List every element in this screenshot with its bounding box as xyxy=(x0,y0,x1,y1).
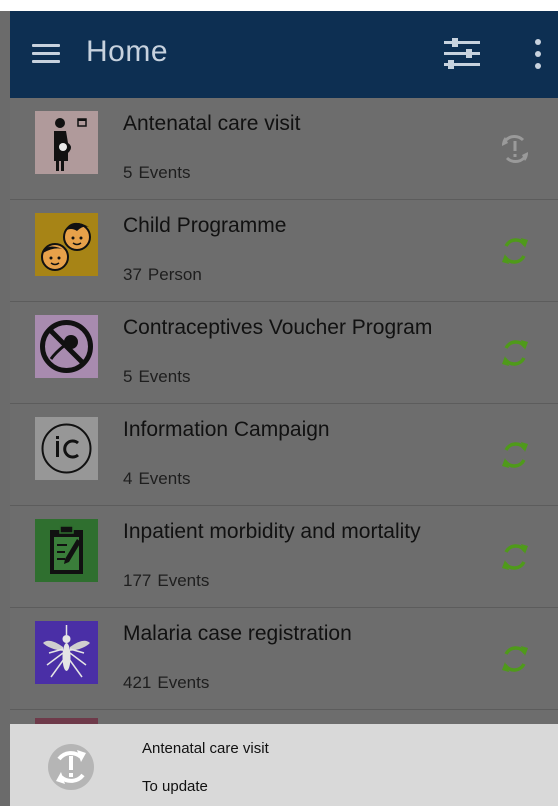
snackbar-title: Antenatal care visit xyxy=(142,740,269,757)
program-count: 5 Events xyxy=(123,163,191,182)
more-vertical-icon[interactable] xyxy=(528,37,548,73)
program-count: 5 Events xyxy=(123,367,191,386)
list-item[interactable]: Child Programme 37 Person xyxy=(10,200,558,302)
program-name: Information Campaign xyxy=(123,418,330,441)
children-faces-icon xyxy=(41,222,91,271)
program-name: Malaria case registration xyxy=(123,622,352,645)
list-item[interactable]: Antenatal care visit 5 Events xyxy=(10,98,558,200)
clipboard-icon xyxy=(50,525,83,574)
hamburger-menu-icon[interactable] xyxy=(32,42,62,66)
list-item[interactable]: Contraceptives Voucher Program 5 Events xyxy=(10,302,558,404)
app-bar: Home xyxy=(10,11,558,98)
program-count: 421 Events xyxy=(123,673,210,692)
sync-icon[interactable] xyxy=(500,642,530,676)
no-pregnancy-icon xyxy=(40,320,93,373)
page-title: Home xyxy=(86,35,169,68)
program-tile xyxy=(35,621,98,684)
list-item[interactable]: Information Campaign 4 Events xyxy=(10,404,558,506)
program-tile xyxy=(35,213,98,276)
app-screen: Home Antenatal care visit 5 Events Child… xyxy=(10,11,558,806)
program-name: Child Programme xyxy=(123,214,287,237)
program-list: Antenatal care visit 5 Events Child Prog… xyxy=(10,98,558,710)
program-name: Contraceptives Voucher Program xyxy=(123,316,433,339)
program-tile xyxy=(35,111,98,174)
program-count: 37 Person xyxy=(123,265,202,284)
ic-campaign-icon xyxy=(41,423,92,474)
filter-sliders-icon[interactable] xyxy=(442,37,482,71)
list-item[interactable]: Inpatient morbidity and mortality 177 Eve… xyxy=(10,506,558,608)
program-tile xyxy=(35,315,98,378)
snackbar[interactable]: Antenatal care visit To update xyxy=(10,724,558,806)
sync-icon[interactable] xyxy=(500,234,530,268)
program-tile xyxy=(35,417,98,480)
background-strip xyxy=(0,0,10,806)
program-count: 177 Events xyxy=(123,571,210,590)
sync-pending-icon[interactable] xyxy=(500,132,530,166)
program-tile xyxy=(35,519,98,582)
pregnant-woman-icon xyxy=(54,118,87,171)
program-count: 4 Events xyxy=(123,469,191,488)
status-bar-area xyxy=(0,0,558,11)
snackbar-subtitle: To update xyxy=(142,778,208,795)
mosquito-icon xyxy=(43,625,90,678)
list-item[interactable]: Malaria case registration 421 Events xyxy=(10,608,558,710)
sync-pending-icon xyxy=(47,743,95,791)
program-name: Antenatal care visit xyxy=(123,112,301,135)
sync-icon[interactable] xyxy=(500,438,530,472)
sync-icon[interactable] xyxy=(500,540,530,574)
sync-icon[interactable] xyxy=(500,336,530,370)
program-name: Inpatient morbidity and mortality xyxy=(123,520,421,543)
